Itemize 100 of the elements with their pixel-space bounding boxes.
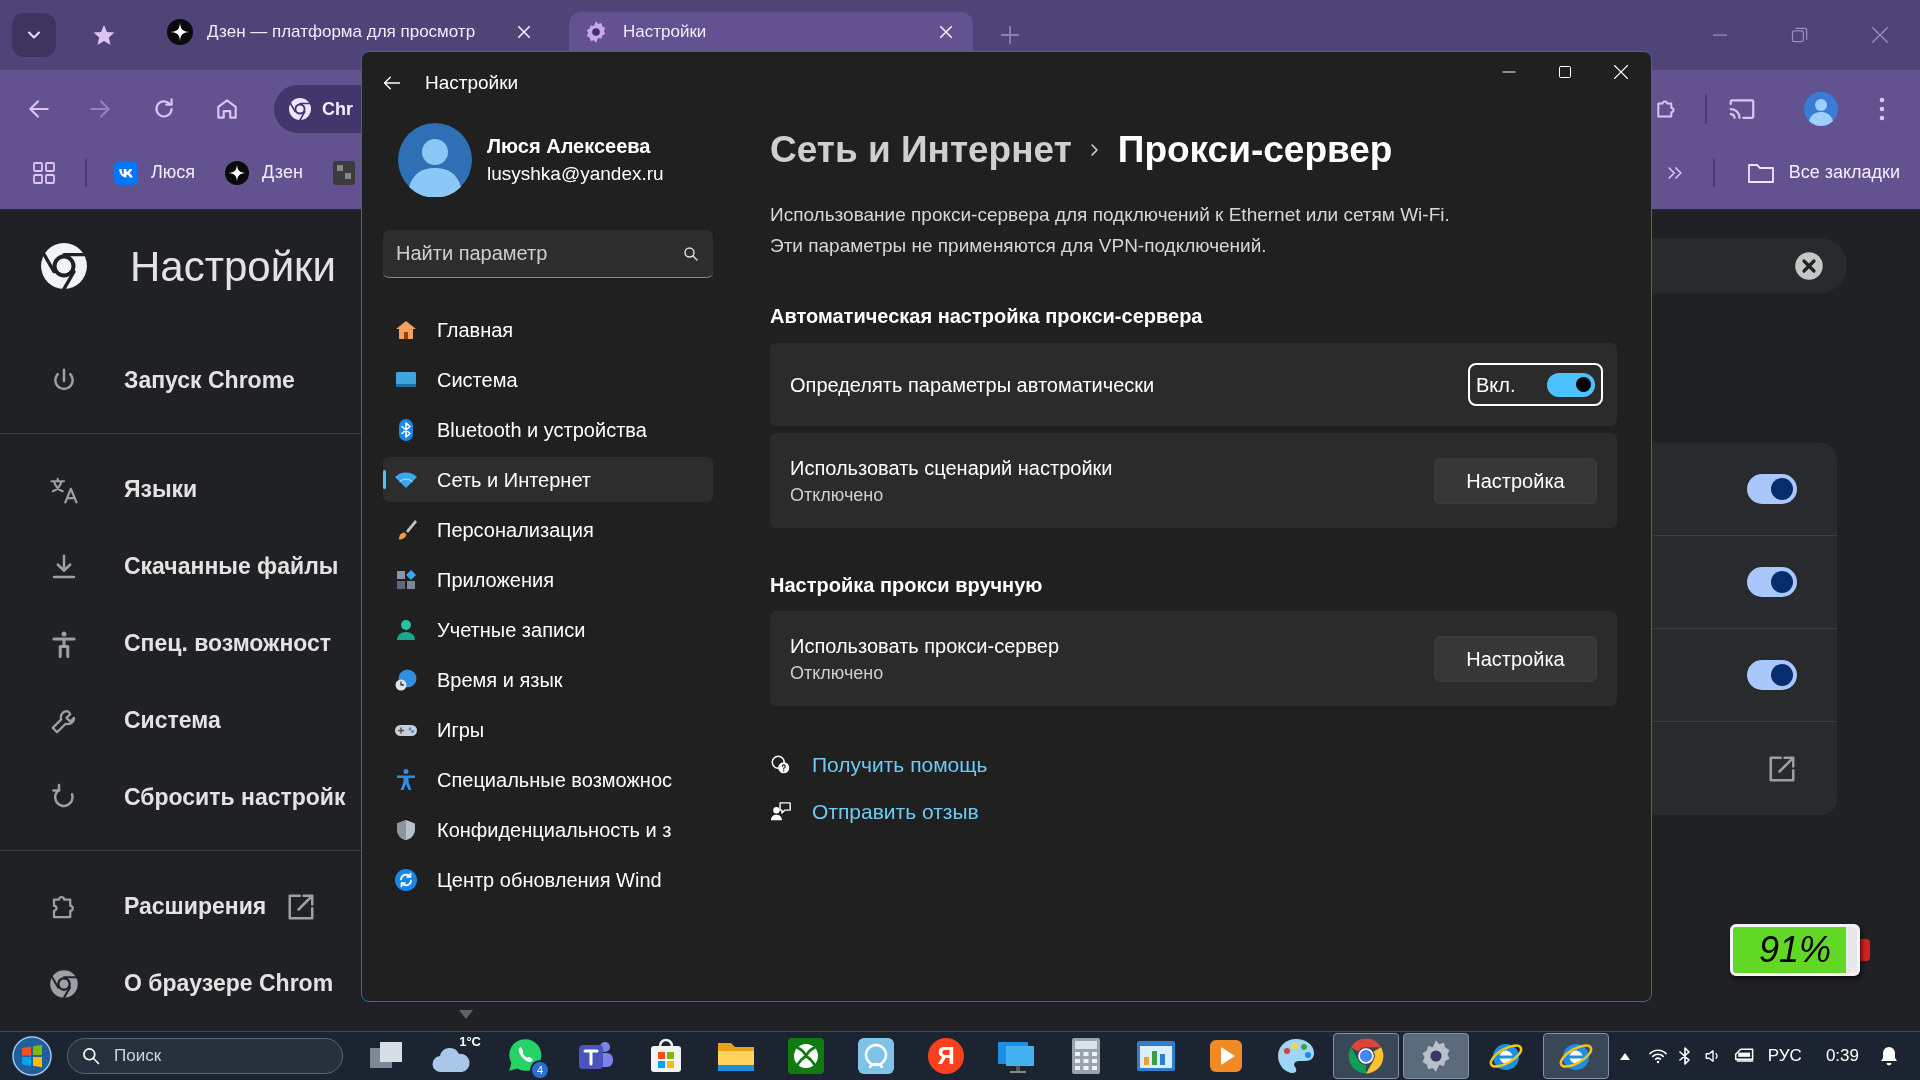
menu-item[interactable]: Расширения [124,889,267,924]
nav-item[interactable]: Игры [383,707,713,752]
external-link-icon[interactable] [1767,753,1797,784]
browser-logo-icon [1347,1037,1385,1075]
bookmark[interactable]: Люся [114,159,196,186]
breadcrumb-parent[interactable]: Сеть и Интернет [770,122,1072,178]
menu-item[interactable]: Сбросить настройк [124,780,346,815]
wifi-icon[interactable] [1647,1048,1668,1064]
accessibility-icon [394,767,418,792]
nav-item[interactable]: Учетные записи [383,607,713,652]
link[interactable]: Получить помощь [812,749,988,781]
clear-icon[interactable] [1794,250,1824,281]
window-title: Настройки [425,70,519,95]
menu-item[interactable]: Запуск Chrome [124,363,295,398]
plus-icon[interactable] [999,24,1021,46]
privacy-icon [394,817,418,842]
battery-gadget: 91% [1730,924,1870,976]
section-heading: Автоматическая настройка прокси-сервера [770,304,1204,329]
apps-grid-icon[interactable] [32,160,56,185]
close-icon[interactable] [1613,64,1629,80]
taskbar-button[interactable]: Я [913,1033,979,1079]
bookmark[interactable]: Все закладки [1746,159,1900,186]
accounts-icon [394,617,418,642]
nav-item[interactable]: Приложения [383,557,713,602]
search-field[interactable]: Поиск [67,1038,343,1074]
nav-item[interactable]: Система [383,357,713,402]
restore-icon[interactable] [1790,25,1810,45]
browser-tab[interactable]: Настройки [569,12,973,51]
menu-item[interactable]: Спец. возможност [124,626,332,661]
toggle-switch[interactable] [1747,660,1797,690]
nav-item[interactable]: Центр обновления Wind [383,857,713,902]
page-icon [332,160,355,185]
setup-button[interactable]: Настройка [1434,635,1597,682]
bell-icon[interactable] [1880,1046,1898,1066]
menu-item[interactable]: Языки [124,472,198,507]
chat-icon [506,1036,544,1074]
caret-down-icon [459,1010,473,1020]
taskbar-button[interactable]: 1°C [423,1033,489,1079]
apps-icon [394,567,418,592]
toggle-switch[interactable] [1747,474,1797,504]
taskbar-button[interactable] [1403,1033,1469,1079]
nav-item[interactable]: Bluetooth и устройства [383,407,713,452]
bluetooth-icon[interactable] [1677,1046,1692,1066]
menu-item[interactable]: О браузере Chrom [124,966,334,1001]
browser-logo-icon [288,97,312,121]
browser-logo-icon [39,241,89,291]
avatar[interactable] [1804,92,1838,126]
toggle-switch[interactable] [1747,567,1797,597]
store-bag-icon [648,1038,684,1074]
vk-logo-icon [114,160,138,185]
toggle-switch[interactable]: Вкл. [1468,363,1603,406]
address-bar[interactable]: Chr [274,85,361,133]
notification-badge: 4 [530,1060,550,1080]
taskbar-button[interactable]: 4 [493,1033,559,1079]
user-email: lusyshka@yandex.ru [487,162,664,186]
page-title: Прокси-сервер [1117,128,1393,173]
avatar[interactable] [398,123,472,197]
nav-item[interactable]: Конфиденциальность и з [383,807,713,852]
home-icon[interactable] [214,96,240,122]
temperature: 1°C [459,1033,481,1051]
play-icon [1208,1038,1244,1074]
tab-search-button[interactable] [12,13,56,57]
link[interactable]: Отправить отзыв [812,796,979,828]
setup-button[interactable]: Настройка [1434,457,1597,504]
setting-status: Отключено [790,661,885,685]
search-field[interactable] [1652,238,1847,293]
menu-item[interactable]: Скачанные файлы [124,549,339,584]
nav-item[interactable]: Время и язык [383,657,713,702]
setting-status: Отключено [790,483,885,507]
setting-label: Использовать прокси-сервер [790,633,1061,659]
external-link-icon[interactable] [286,891,317,922]
bookmark[interactable] [332,160,355,185]
battery-icon[interactable] [1733,1047,1756,1065]
nav-item[interactable]: Главная [383,307,713,352]
star-icon[interactable] [92,23,116,47]
clock[interactable]: 0:39 [1825,1043,1859,1069]
yandex-app-icon: Я [928,1038,964,1074]
user-name: Люся Алексеева [487,134,652,159]
section-heading: Настройка прокси вручную [770,573,1044,598]
nav-item[interactable]: Специальные возможнос [383,757,713,802]
nav-item[interactable]: Персонализация [383,507,713,552]
dzen-logo-icon [167,18,193,45]
page-title: Настройки [130,241,336,292]
search-field[interactable]: Найти параметр [383,230,713,278]
caret-up-icon[interactable] [1618,1051,1631,1061]
menu-item[interactable]: Система [124,703,221,738]
bookmark[interactable]: Дзен [225,159,303,186]
language-indicator[interactable]: РУС [1767,1043,1802,1069]
start-button-icon[interactable] [12,1036,52,1076]
browser-tab[interactable]: Дзен — платформа для просмотр [159,12,551,51]
maximize-icon[interactable] [1558,65,1572,79]
search-icon [683,246,699,262]
setting-label: Использовать сценарий настройки [790,455,1114,481]
search-icon [81,1046,101,1066]
window-chart-icon [1136,1039,1176,1073]
taskbar-button[interactable] [1543,1033,1609,1079]
nav-item[interactable]: Сеть и Интернет [383,457,713,502]
time-icon [394,667,418,692]
calculator-icon [1071,1037,1101,1075]
browser-logo-icon [49,968,79,999]
